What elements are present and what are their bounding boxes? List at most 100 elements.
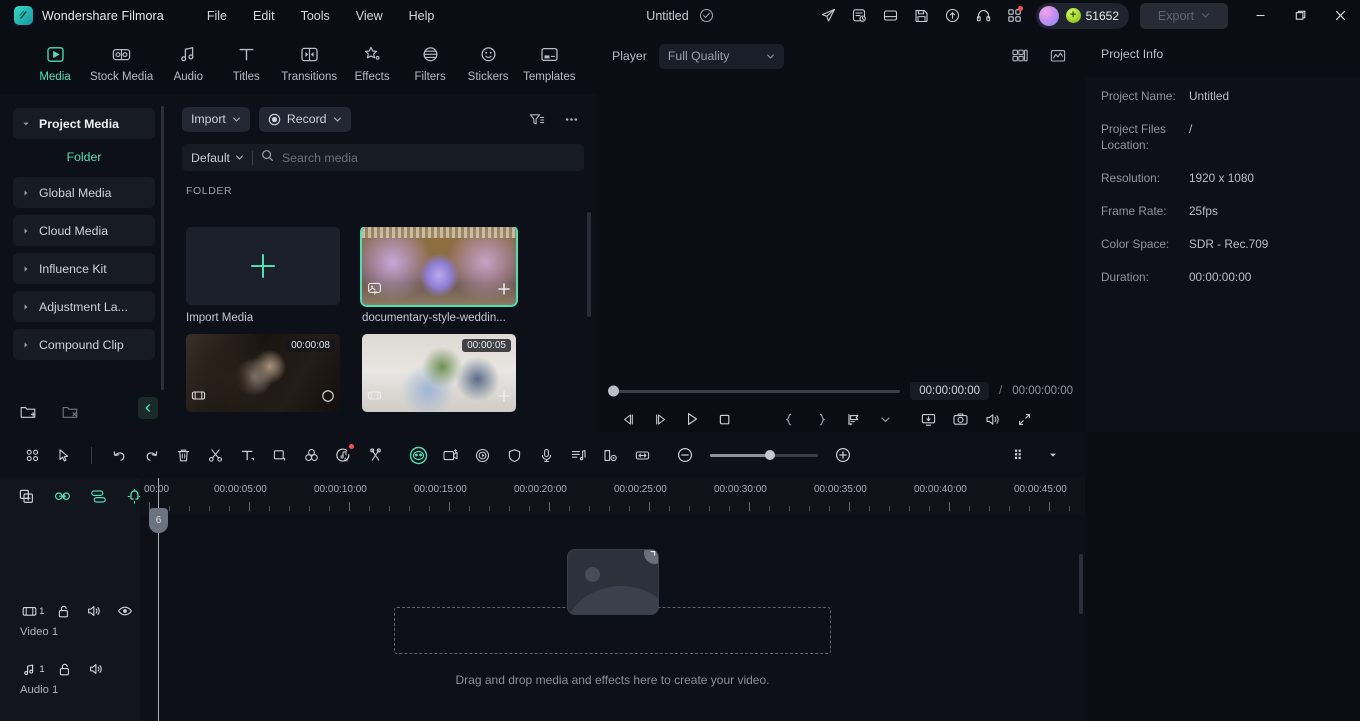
video-track-icon[interactable]: 1 [18,601,49,621]
cloud-upload-icon[interactable] [937,0,968,31]
tab-filters[interactable]: Filters [401,41,459,85]
snapshot-icon[interactable] [944,406,976,432]
seek-knob[interactable] [608,385,619,397]
avatar[interactable] [1038,5,1059,26]
mute-icon[interactable] [79,601,110,621]
menu-help[interactable]: Help [396,4,448,28]
marker-dropdown-icon[interactable] [869,406,901,432]
tab-titles[interactable]: Titles [217,41,275,85]
sort-dropdown[interactable]: Default [191,151,244,165]
split-view-icon[interactable] [1007,43,1033,69]
playhead[interactable]: 6 [149,478,168,721]
collapse-panel-icon[interactable] [138,397,158,419]
speed-icon[interactable] [466,440,498,470]
keyframe-icon[interactable] [594,440,626,470]
headset-icon[interactable] [968,0,999,31]
playhead-handle[interactable]: 6 [149,508,168,533]
crop-icon[interactable] [263,440,295,470]
search-input[interactable] [281,150,575,165]
menu-view[interactable]: View [343,4,396,28]
media-thumbnail[interactable]: 00:00:05 [362,334,516,412]
unlink-icon[interactable] [359,440,391,470]
timeline-ruler[interactable]: 00:00 00:00:05:00 00:00:10:00 00:00:15:0… [140,478,1085,514]
select-tool-icon[interactable] [48,440,80,470]
export-button[interactable]: Export [1140,2,1228,29]
tab-transitions[interactable]: Transitions [275,41,343,85]
chevron-down-icon[interactable] [1037,440,1069,470]
quality-dropdown[interactable]: Full Quality [658,43,784,69]
add-to-timeline-icon[interactable] [497,389,511,408]
timeline-dropzone[interactable]: + Drag and drop media and effects here t… [140,514,1085,721]
scope-icon[interactable] [1045,43,1071,69]
sidebar-item-influence-kit[interactable]: Influence Kit [13,253,155,284]
play-icon[interactable] [676,406,708,432]
sidebar-item-cloud-media[interactable]: Cloud Media [13,215,155,246]
more-options-icon[interactable] [558,106,584,132]
tab-effects[interactable]: Effects [343,41,401,85]
prev-frame-icon[interactable] [612,406,644,432]
redo-icon[interactable] [135,440,167,470]
tab-stickers[interactable]: Stickers [459,41,517,85]
sidebar-scrollbar[interactable] [161,106,164,390]
layout-icon[interactable] [875,0,906,31]
add-to-timeline-icon[interactable] [321,389,335,408]
new-folder-icon[interactable] [18,402,38,422]
import-button[interactable]: Import [182,106,250,132]
script-icon[interactable] [844,0,875,31]
menu-edit[interactable]: Edit [240,4,288,28]
volume-icon[interactable] [976,406,1008,432]
mark-out-icon[interactable] [805,406,837,432]
send-icon[interactable] [813,0,844,31]
menu-tools[interactable]: Tools [288,4,343,28]
sidebar-item-compound-clip[interactable]: Compound Clip [13,329,155,360]
zoom-slider[interactable] [710,450,818,460]
mic-icon[interactable] [530,440,562,470]
ai-audio-icon[interactable]: AI [327,440,359,470]
mark-in-icon[interactable] [773,406,805,432]
zoom-in-icon[interactable] [827,440,859,470]
apps-grid-icon[interactable] [999,0,1030,31]
tab-stock-media[interactable]: Stock Media [84,41,159,85]
sidebar-subitem-folder[interactable]: Folder [13,146,155,168]
timeline-canvas[interactable]: + Drag and drop media and effects here t… [140,478,1085,721]
credits-chip[interactable]: + 51652 [1065,8,1119,23]
zoom-knob[interactable] [765,450,776,460]
tab-media[interactable]: Media [26,41,84,85]
shield-icon[interactable] [498,440,530,470]
lock-icon[interactable] [49,601,80,621]
lock-icon[interactable] [49,659,80,679]
render-preview-icon[interactable] [1005,440,1037,470]
saved-check-icon[interactable] [699,8,714,23]
menu-file[interactable]: File [194,4,240,28]
zoom-out-icon[interactable] [669,440,701,470]
ai-mask-icon[interactable] [402,440,434,470]
green-screen-icon[interactable] [434,440,466,470]
account-credits-group[interactable]: + 51652 [1035,2,1129,29]
color-icon[interactable] [295,440,327,470]
undo-icon[interactable] [103,440,135,470]
delete-icon[interactable] [167,440,199,470]
tab-templates[interactable]: Templates [517,41,581,85]
split-icon[interactable] [199,440,231,470]
timeline-vertical-scrollbar[interactable] [1079,554,1083,614]
fit-timeline-icon[interactable] [626,440,658,470]
text-icon[interactable] [231,440,263,470]
maximize-button[interactable] [1280,0,1320,31]
media-thumbnail[interactable]: P [360,227,518,307]
tab-audio[interactable]: Audio [159,41,217,85]
grid-view-icon[interactable] [16,440,48,470]
auto-ripple-icon[interactable] [90,487,107,505]
sidebar-item-global-media[interactable]: Global Media [13,177,155,208]
next-frame-icon[interactable] [644,406,676,432]
add-to-timeline-icon[interactable] [497,282,511,301]
media-thumbnail[interactable]: 00:00:08 [186,334,340,412]
stop-icon[interactable] [708,406,740,432]
sidebar-item-adjustment-layer[interactable]: Adjustment La... [13,291,155,322]
add-track-icon[interactable] [18,487,35,505]
minimize-button[interactable] [1240,0,1280,31]
import-media-tile[interactable] [186,227,340,305]
sidebar-item-project-media[interactable]: Project Media [13,108,155,139]
close-button[interactable] [1320,0,1360,31]
display-icon[interactable] [912,406,944,432]
media-scrollbar[interactable] [587,212,591,317]
